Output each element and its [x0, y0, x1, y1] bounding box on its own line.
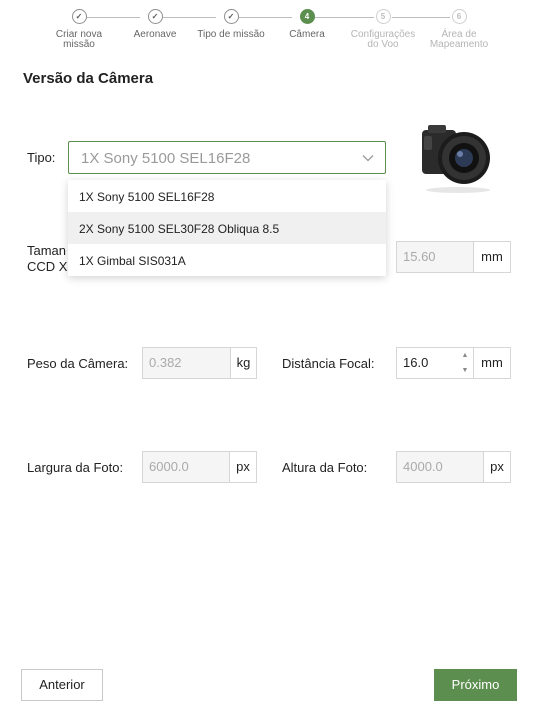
tipo-selected-value: 1X Sony 5100 SEL16F28 [81, 150, 251, 167]
altura-foto-field[interactable]: 4000.0 [396, 451, 484, 483]
peso-field[interactable]: 0.382 [142, 347, 232, 379]
altura-foto-unit: px [483, 451, 511, 483]
step-number: 4 [299, 9, 315, 24]
tipo-option[interactable]: 2X Sony 5100 SEL30F28 Obliqua 8.5 [68, 212, 386, 244]
camera-image [422, 125, 490, 193]
spin-down-icon[interactable]: ▼ [458, 363, 472, 378]
step-area-mapeamento: 6 Área de Mapeamento [414, 9, 504, 50]
step-number: 6 [451, 9, 467, 24]
peso-unit: kg [230, 347, 257, 379]
tipo-dropdown-menu: 1X Sony 5100 SEL16F28 2X Sony 5100 SEL30… [68, 180, 386, 276]
altura-foto-label: Altura da Foto: [282, 460, 368, 475]
distancia-focal-unit: mm [473, 347, 511, 379]
peso-label: Peso da Câmera: [27, 356, 129, 371]
tipo-label: Tipo: [27, 150, 56, 165]
proximo-button[interactable]: Próximo [434, 669, 517, 701]
wizard-stepper: ✓ Criar nova missão ✓ Aeronave ✓ Tipo de … [0, 0, 539, 60]
sensor-unit: mm [473, 241, 511, 273]
step-label: Área de Mapeamento [429, 29, 489, 50]
check-icon: ✓ [147, 9, 163, 24]
chevron-down-icon [362, 155, 374, 162]
anterior-button[interactable]: Anterior [21, 669, 103, 701]
tipo-option[interactable]: 1X Sony 5100 SEL16F28 [68, 180, 386, 212]
sensor-field[interactable]: 15.60 [396, 241, 474, 273]
tipo-option[interactable]: 1X Gimbal SIS031A [68, 244, 386, 276]
largura-foto-label: Largura da Foto: [27, 460, 124, 475]
step-number: 5 [375, 9, 391, 24]
sensor-label: Taman CCD X [27, 243, 68, 274]
spin-up-icon[interactable]: ▲ [458, 348, 472, 363]
largura-foto-field[interactable]: 6000.0 [142, 451, 232, 483]
page-title: Versão da Câmera [23, 70, 154, 87]
check-icon: ✓ [223, 9, 239, 24]
largura-foto-unit: px [229, 451, 257, 483]
distancia-focal-label: Distância Focal: [282, 356, 375, 371]
tipo-select[interactable]: 1X Sony 5100 SEL16F28 [68, 141, 386, 174]
check-icon: ✓ [71, 9, 87, 24]
